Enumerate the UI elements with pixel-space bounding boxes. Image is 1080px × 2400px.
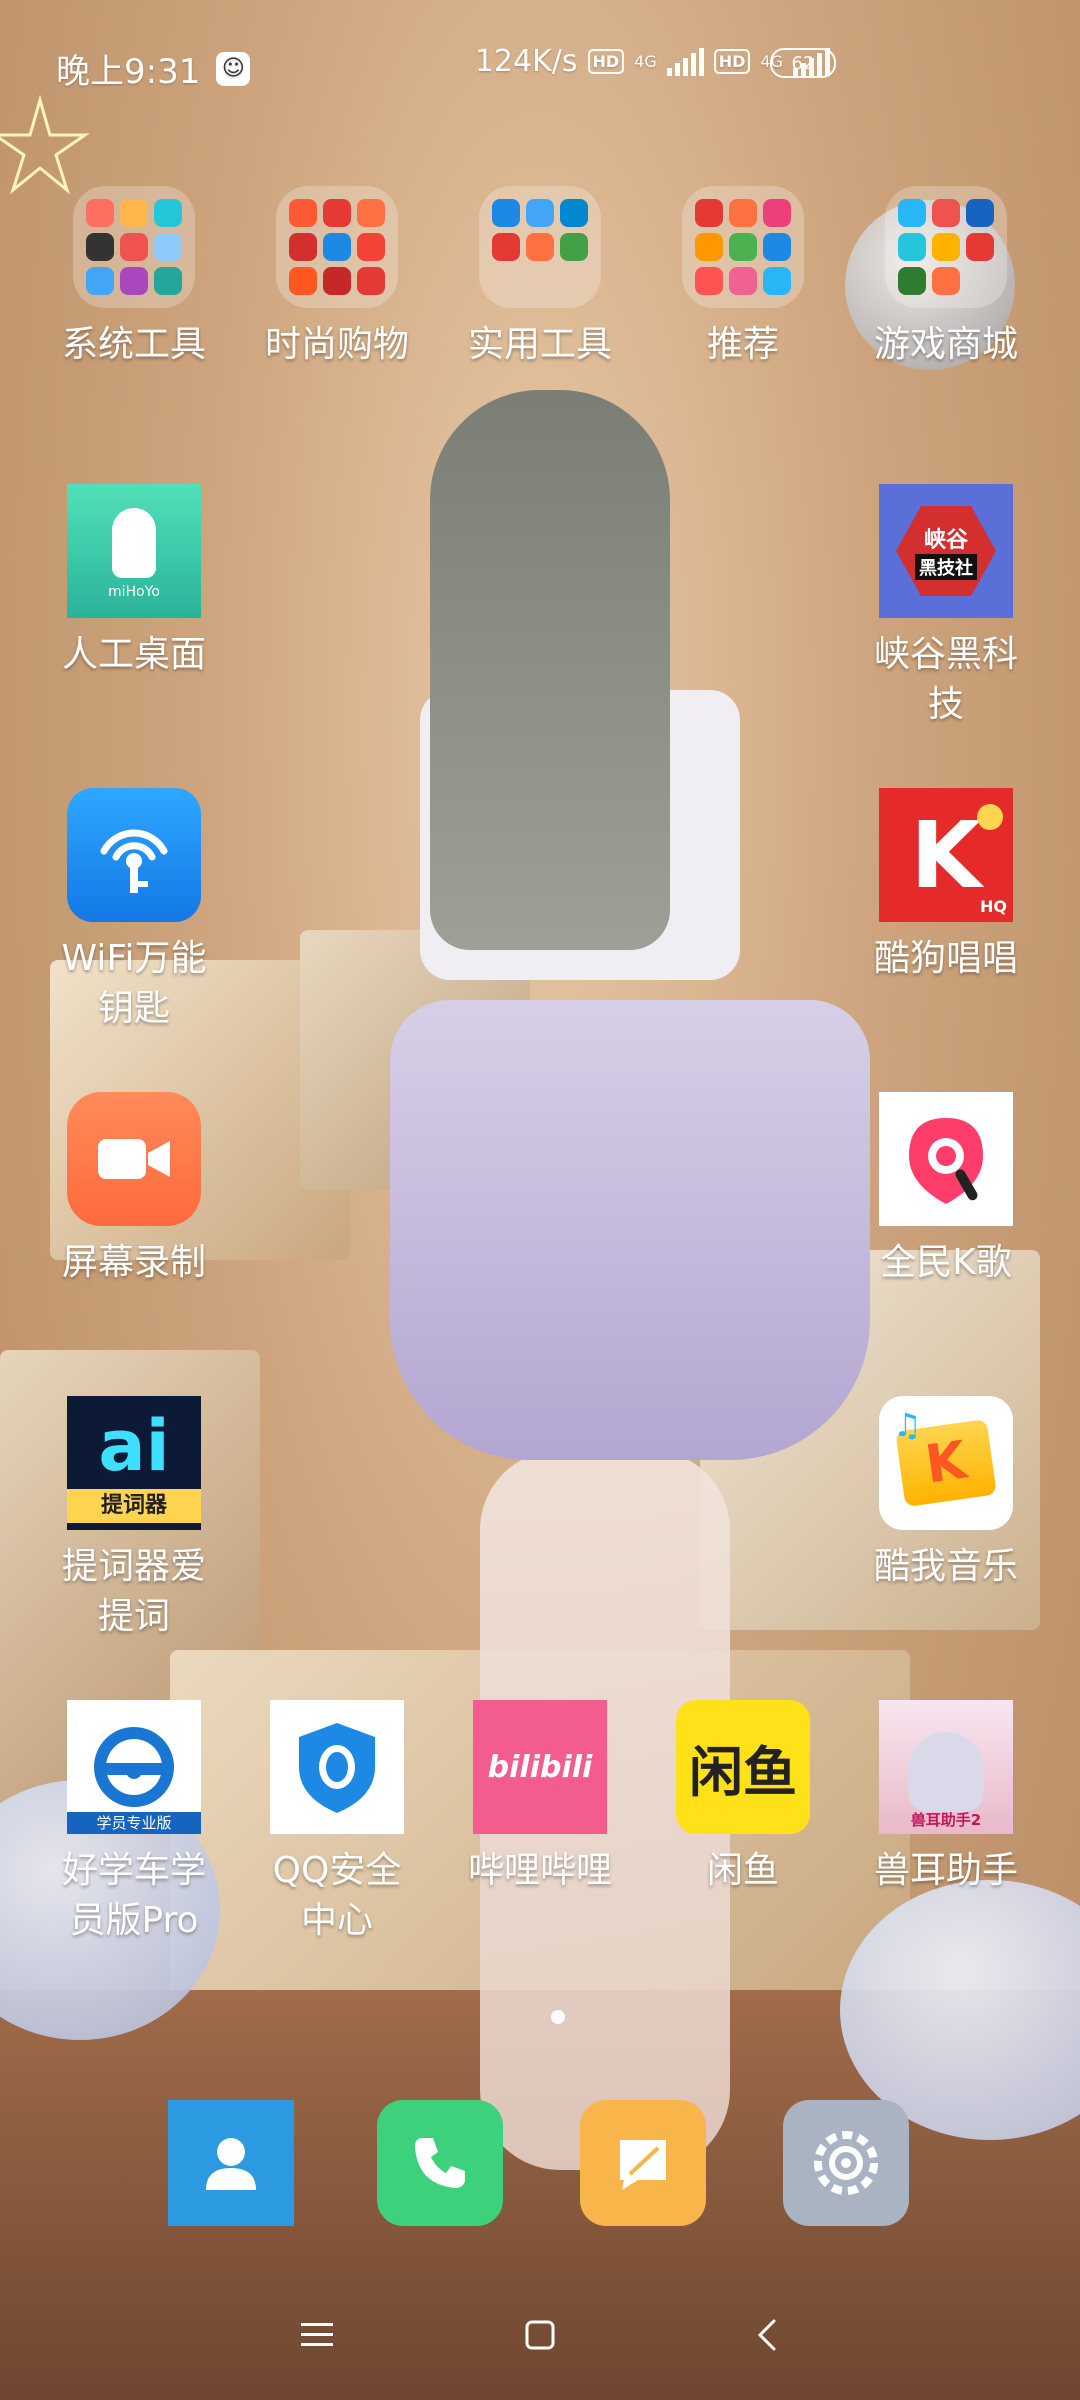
app-label: 屏幕录制 bbox=[61, 1242, 206, 1283]
folder-system-tools-icon bbox=[73, 186, 195, 308]
status-time: 晚上9:31 bbox=[56, 52, 201, 92]
folder-utilities-icon bbox=[479, 186, 601, 308]
app-label: 酷狗唱唱 bbox=[873, 938, 1018, 979]
kugou-sing-icon: K HQ bbox=[879, 788, 1013, 922]
hq-badge: HQ bbox=[980, 897, 1007, 916]
contacts-icon[interactable] bbox=[168, 2100, 294, 2226]
app-xiagu[interactable]: 峡谷 黑技社 峡谷黑科 技 bbox=[851, 484, 1041, 730]
app-ai-desktop[interactable]: miHoYo 人工桌面 bbox=[39, 484, 229, 680]
folder-label: 时尚购物 bbox=[264, 324, 409, 365]
app-bilibili[interactable]: bilibili 哔哩哔哩 bbox=[445, 1700, 635, 1896]
prompter-icon: ai 提词器 bbox=[67, 1396, 201, 1530]
app-wifi-master[interactable]: WiFi万能 钥匙 bbox=[39, 788, 229, 1034]
app-label: 全民K歌 bbox=[880, 1242, 1012, 1283]
app-erzhu[interactable]: 兽耳助手2 兽耳助手 bbox=[851, 1700, 1041, 1896]
quanmin-k-icon bbox=[879, 1092, 1013, 1226]
app-label-line1: QQ安全 bbox=[272, 1850, 402, 1891]
notification-app-icon: ☺ bbox=[216, 51, 251, 86]
back-nav-button[interactable] bbox=[733, 2300, 803, 2370]
folder-shopping-icon bbox=[276, 186, 398, 308]
app-label-line2: 钥匙 bbox=[97, 988, 170, 1029]
folder-label: 实用工具 bbox=[467, 324, 612, 365]
app-label-line2: 提词 bbox=[97, 1596, 170, 1637]
folder-label: 游戏商城 bbox=[873, 324, 1018, 365]
app-label: 人工桌面 bbox=[61, 634, 206, 675]
folder-recommended-icon bbox=[682, 186, 804, 308]
prompter-icon-text: 提词器 bbox=[67, 1489, 201, 1523]
app-kugou-sing[interactable]: K HQ 酷狗唱唱 bbox=[851, 788, 1041, 984]
signal-icon bbox=[666, 47, 704, 76]
kuwo-icon-text: K bbox=[921, 1430, 971, 1496]
network-speed: 124K/s bbox=[474, 44, 578, 79]
xianyu-icon: 闲鱼 bbox=[676, 1700, 810, 1834]
phone-icon[interactable] bbox=[377, 2100, 503, 2226]
app-label-line2: 中心 bbox=[300, 1900, 373, 1941]
app-label: 酷我音乐 bbox=[873, 1546, 1018, 1587]
hd-voice-icon: HD bbox=[713, 49, 751, 74]
settings-icon[interactable] bbox=[783, 2100, 909, 2226]
folder-label: 推荐 bbox=[706, 324, 779, 365]
anime-girl-icon: 兽耳助手2 bbox=[879, 1700, 1013, 1834]
page-indicator-dot[interactable] bbox=[551, 2010, 565, 2024]
bilibili-icon-text: bilibili bbox=[487, 1749, 593, 1785]
app-label-line1: WiFi万能 bbox=[61, 938, 207, 979]
wallpaper-figure bbox=[390, 1000, 870, 1460]
status-bar: 晚上9:31 ☺ 124K/s HD 4G HD 4G 62 bbox=[0, 0, 1080, 130]
app-label-line1: 好学车学 bbox=[61, 1850, 206, 1891]
folder-utilities[interactable]: 实用工具 bbox=[445, 180, 635, 370]
ai-desktop-icon: miHoYo bbox=[67, 484, 201, 618]
app-haoxueche[interactable]: 学员专业版 好学车学 员版Pro bbox=[39, 1700, 229, 1946]
app-label: 兽耳助手 bbox=[873, 1850, 1018, 1891]
app-kuwo[interactable]: K ♫ 酷我音乐 bbox=[851, 1396, 1041, 1592]
steering-wheel-icon: 学员专业版 bbox=[67, 1700, 201, 1834]
xiagu-icon-text: 峡谷 bbox=[923, 528, 968, 553]
network-type: 4G bbox=[634, 52, 657, 71]
kuwo-box-icon: K ♫ bbox=[879, 1396, 1013, 1530]
bilibili-icon: bilibili bbox=[473, 1700, 607, 1834]
hd-voice-icon: HD bbox=[587, 49, 625, 74]
video-camera-icon bbox=[67, 1092, 201, 1226]
erzhu-icon-text: 兽耳助手2 bbox=[910, 1811, 982, 1829]
app-label-line1: 提词器爱 bbox=[61, 1546, 206, 1587]
home-nav-button[interactable] bbox=[505, 2300, 575, 2370]
xiagu-icon-text: 黑技社 bbox=[915, 554, 977, 580]
wifi-key-icon bbox=[67, 788, 201, 922]
folder-system-tools[interactable]: 系统工具 bbox=[39, 180, 229, 370]
xianyu-icon-text: 闲鱼 bbox=[689, 1740, 797, 1804]
app-screen-record[interactable]: 屏幕录制 bbox=[39, 1092, 229, 1288]
folder-shopping[interactable]: 时尚购物 bbox=[242, 180, 432, 370]
brand-text: miHoYo bbox=[108, 584, 160, 600]
app-label-line2: 员版Pro bbox=[69, 1900, 199, 1941]
wallpaper-figure bbox=[430, 390, 670, 950]
xiagu-icon: 峡谷 黑技社 bbox=[879, 484, 1013, 618]
app-label: 哔哩哔哩 bbox=[467, 1850, 612, 1891]
app-qq-safe[interactable]: QQ安全 中心 bbox=[242, 1700, 432, 1946]
messages-icon[interactable] bbox=[580, 2100, 706, 2226]
haoxueche-icon-text: 学员专业版 bbox=[67, 1812, 201, 1834]
qq-shield-icon bbox=[270, 1700, 404, 1834]
folder-label: 系统工具 bbox=[61, 324, 206, 365]
folder-recommended[interactable]: 推荐 bbox=[648, 180, 838, 370]
app-label-line2: 技 bbox=[927, 684, 964, 725]
battery-icon: 62 bbox=[770, 48, 836, 78]
app-label: 闲鱼 bbox=[706, 1850, 779, 1891]
folder-game-store-icon bbox=[885, 186, 1007, 308]
menu-nav-button[interactable] bbox=[282, 2300, 352, 2370]
app-label-line1: 峡谷黑科 bbox=[873, 634, 1018, 675]
app-prompter[interactable]: ai 提词器 提词器爱 提词 bbox=[39, 1396, 229, 1642]
app-quanmin-k[interactable]: 全民K歌 bbox=[851, 1092, 1041, 1288]
folder-game-store[interactable]: 游戏商城 bbox=[851, 180, 1041, 370]
app-xianyu[interactable]: 闲鱼 闲鱼 bbox=[648, 1700, 838, 1896]
kugou-sing-icon-text: K bbox=[910, 801, 982, 909]
